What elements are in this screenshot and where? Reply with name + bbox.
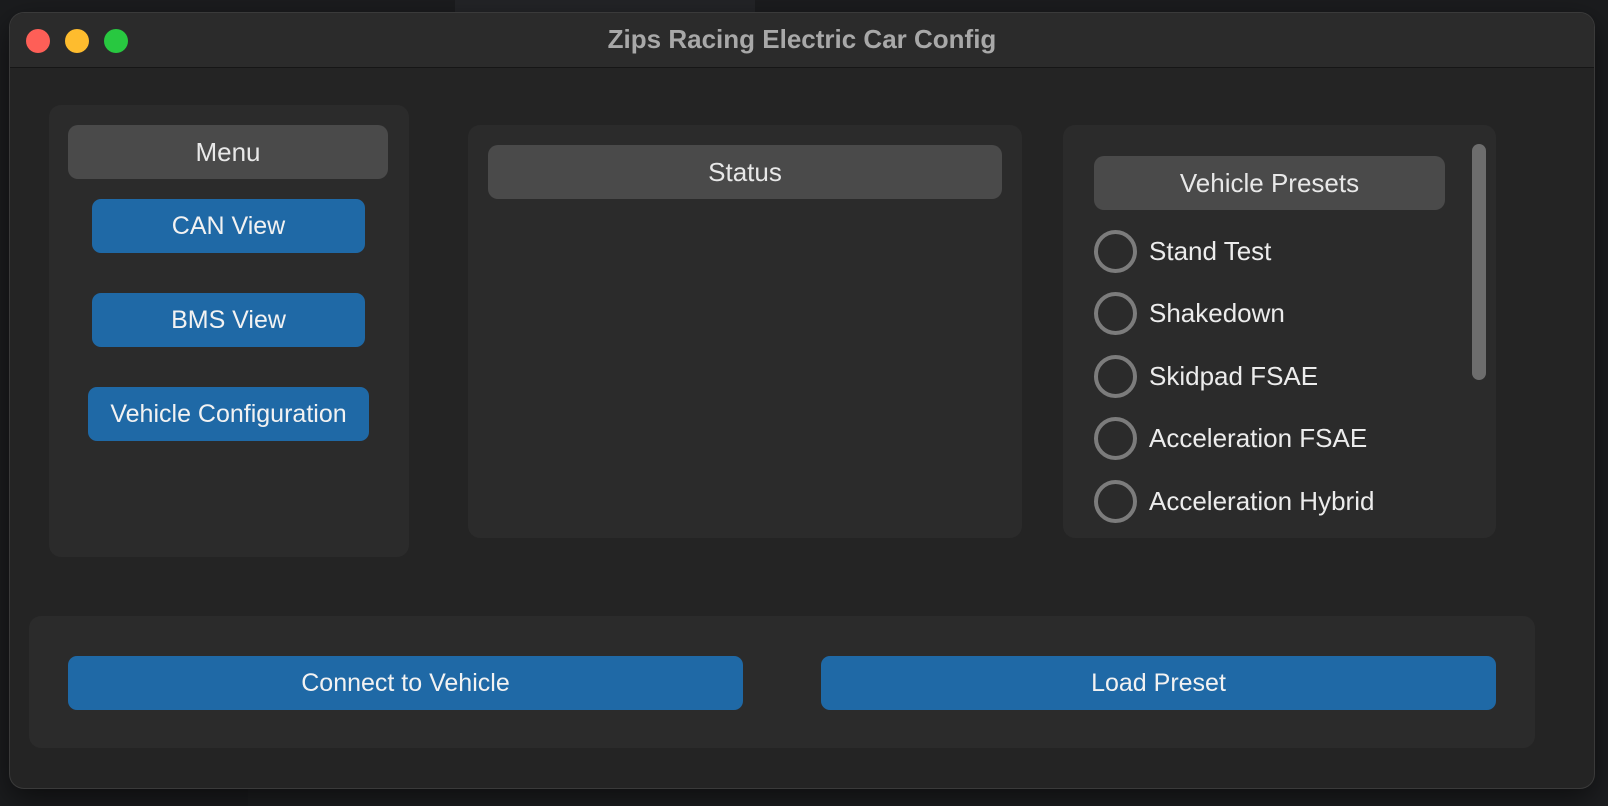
action-bar: Connect to Vehicle Load Preset	[29, 616, 1535, 748]
window-title: Zips Racing Electric Car Config	[607, 24, 997, 54]
preset-label: Stand Test	[1149, 236, 1272, 266]
radio-button[interactable]	[1094, 230, 1137, 273]
title-bar: Zips Racing Electric Car Config	[10, 13, 1594, 68]
status-header: Status	[488, 145, 1002, 199]
load-preset-button[interactable]: Load Preset	[821, 656, 1496, 710]
background-editor	[455, 0, 755, 14]
menu-header: Menu	[68, 125, 388, 179]
preset-label: Shakedown	[1149, 298, 1285, 328]
preset-label: Acceleration FSAE	[1149, 423, 1368, 453]
vehicle-presets-panel[interactable]: Vehicle Presets Stand Test Shakedown Ski…	[1063, 125, 1496, 538]
radio-button[interactable]	[1094, 292, 1137, 335]
presets-scrollbar[interactable]	[1472, 144, 1486, 380]
connect-to-vehicle-button[interactable]: Connect to Vehicle	[68, 656, 743, 710]
radio-button[interactable]	[1094, 417, 1137, 460]
preset-label: Acceleration Hybrid	[1149, 486, 1375, 516]
vehicle-presets-header: Vehicle Presets	[1094, 156, 1445, 210]
status-panel: Status	[468, 125, 1022, 538]
radio-button[interactable]	[1094, 355, 1137, 398]
preset-label: Skidpad FSAE	[1149, 361, 1319, 391]
menu-panel: Menu CAN View BMS View Vehicle Configura…	[49, 105, 409, 557]
can-view-button[interactable]: CAN View	[92, 199, 365, 253]
app-window: Zips Racing Electric Car Config Menu CAN…	[10, 13, 1594, 788]
bms-view-button[interactable]: BMS View	[92, 293, 365, 347]
vehicle-configuration-button[interactable]: Vehicle Configuration	[88, 387, 369, 441]
radio-button[interactable]	[1094, 480, 1137, 523]
